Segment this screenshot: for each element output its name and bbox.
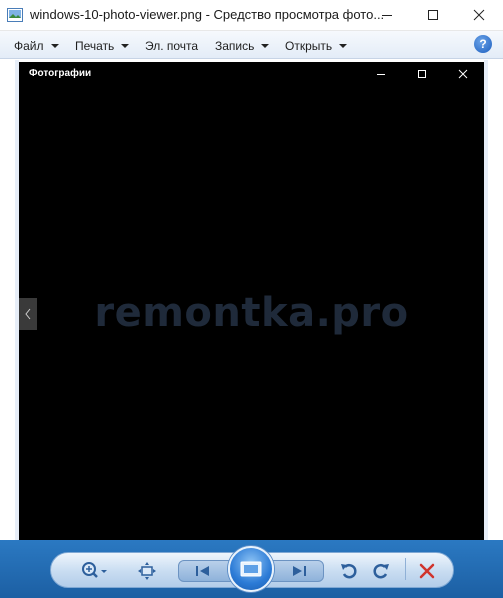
rotate-left-button[interactable] <box>338 560 360 582</box>
previous-icon <box>196 566 209 576</box>
menu-email-label: Эл. почта <box>145 39 199 53</box>
watermark-text: remontka.pro <box>94 290 409 336</box>
rotate-right-icon <box>373 563 389 579</box>
close-icon <box>473 9 485 21</box>
maximize-button[interactable] <box>410 0 456 30</box>
photos-maximize-icon <box>412 66 432 82</box>
photos-minimize-icon <box>371 66 391 82</box>
menu-open-label: Открыть <box>285 39 333 53</box>
chevron-down-icon <box>261 44 270 48</box>
menu-email[interactable]: Эл. почта <box>145 39 198 53</box>
rotate-left-icon <box>341 563 357 579</box>
delete-button[interactable] <box>416 560 438 582</box>
next-button[interactable] <box>282 562 316 580</box>
slideshow-button[interactable] <box>228 546 274 592</box>
chevron-down-icon <box>339 44 348 48</box>
help-button[interactable]: ? <box>474 35 492 53</box>
next-icon <box>293 566 306 576</box>
close-button[interactable] <box>456 0 502 30</box>
chevron-down-icon <box>121 44 130 48</box>
menu-print[interactable]: Печать <box>75 39 130 53</box>
photos-close-icon <box>453 66 473 82</box>
previous-button[interactable] <box>186 562 220 580</box>
photos-app-title: Фотографии <box>29 68 92 79</box>
menu-print-label: Печать <box>75 39 115 53</box>
menu-file[interactable]: Файл <box>14 39 59 53</box>
minimize-button[interactable] <box>364 0 410 30</box>
zoom-icon <box>82 562 107 578</box>
delete-icon <box>419 563 435 579</box>
title-bar: windows-10-photo-viewer.png - Средство п… <box>0 0 503 31</box>
menu-bar: Файл Печать Эл. почта Запись Открыть <box>0 31 503 59</box>
chevron-down-icon <box>50 44 59 48</box>
maximize-icon <box>428 10 438 20</box>
photo-viewer-app-icon <box>7 8 23 22</box>
slideshow-icon <box>240 561 262 577</box>
menu-burn[interactable]: Запись <box>215 39 270 53</box>
fit-to-window-button[interactable] <box>136 560 158 582</box>
rotate-right-button[interactable] <box>370 560 392 582</box>
fit-to-window-icon <box>138 562 156 580</box>
toolbar-separator <box>405 558 406 580</box>
minimize-icon <box>382 15 392 16</box>
menu-burn-label: Запись <box>215 39 255 53</box>
displayed-photo: Фотографии remontka.pro <box>19 62 484 540</box>
menu-file-label: Файл <box>14 39 44 53</box>
zoom-button[interactable] <box>78 560 112 582</box>
window-title: windows-10-photo-viewer.png - Средство п… <box>30 7 385 22</box>
image-frame-right <box>484 60 488 540</box>
menu-open[interactable]: Открыть <box>285 39 348 53</box>
